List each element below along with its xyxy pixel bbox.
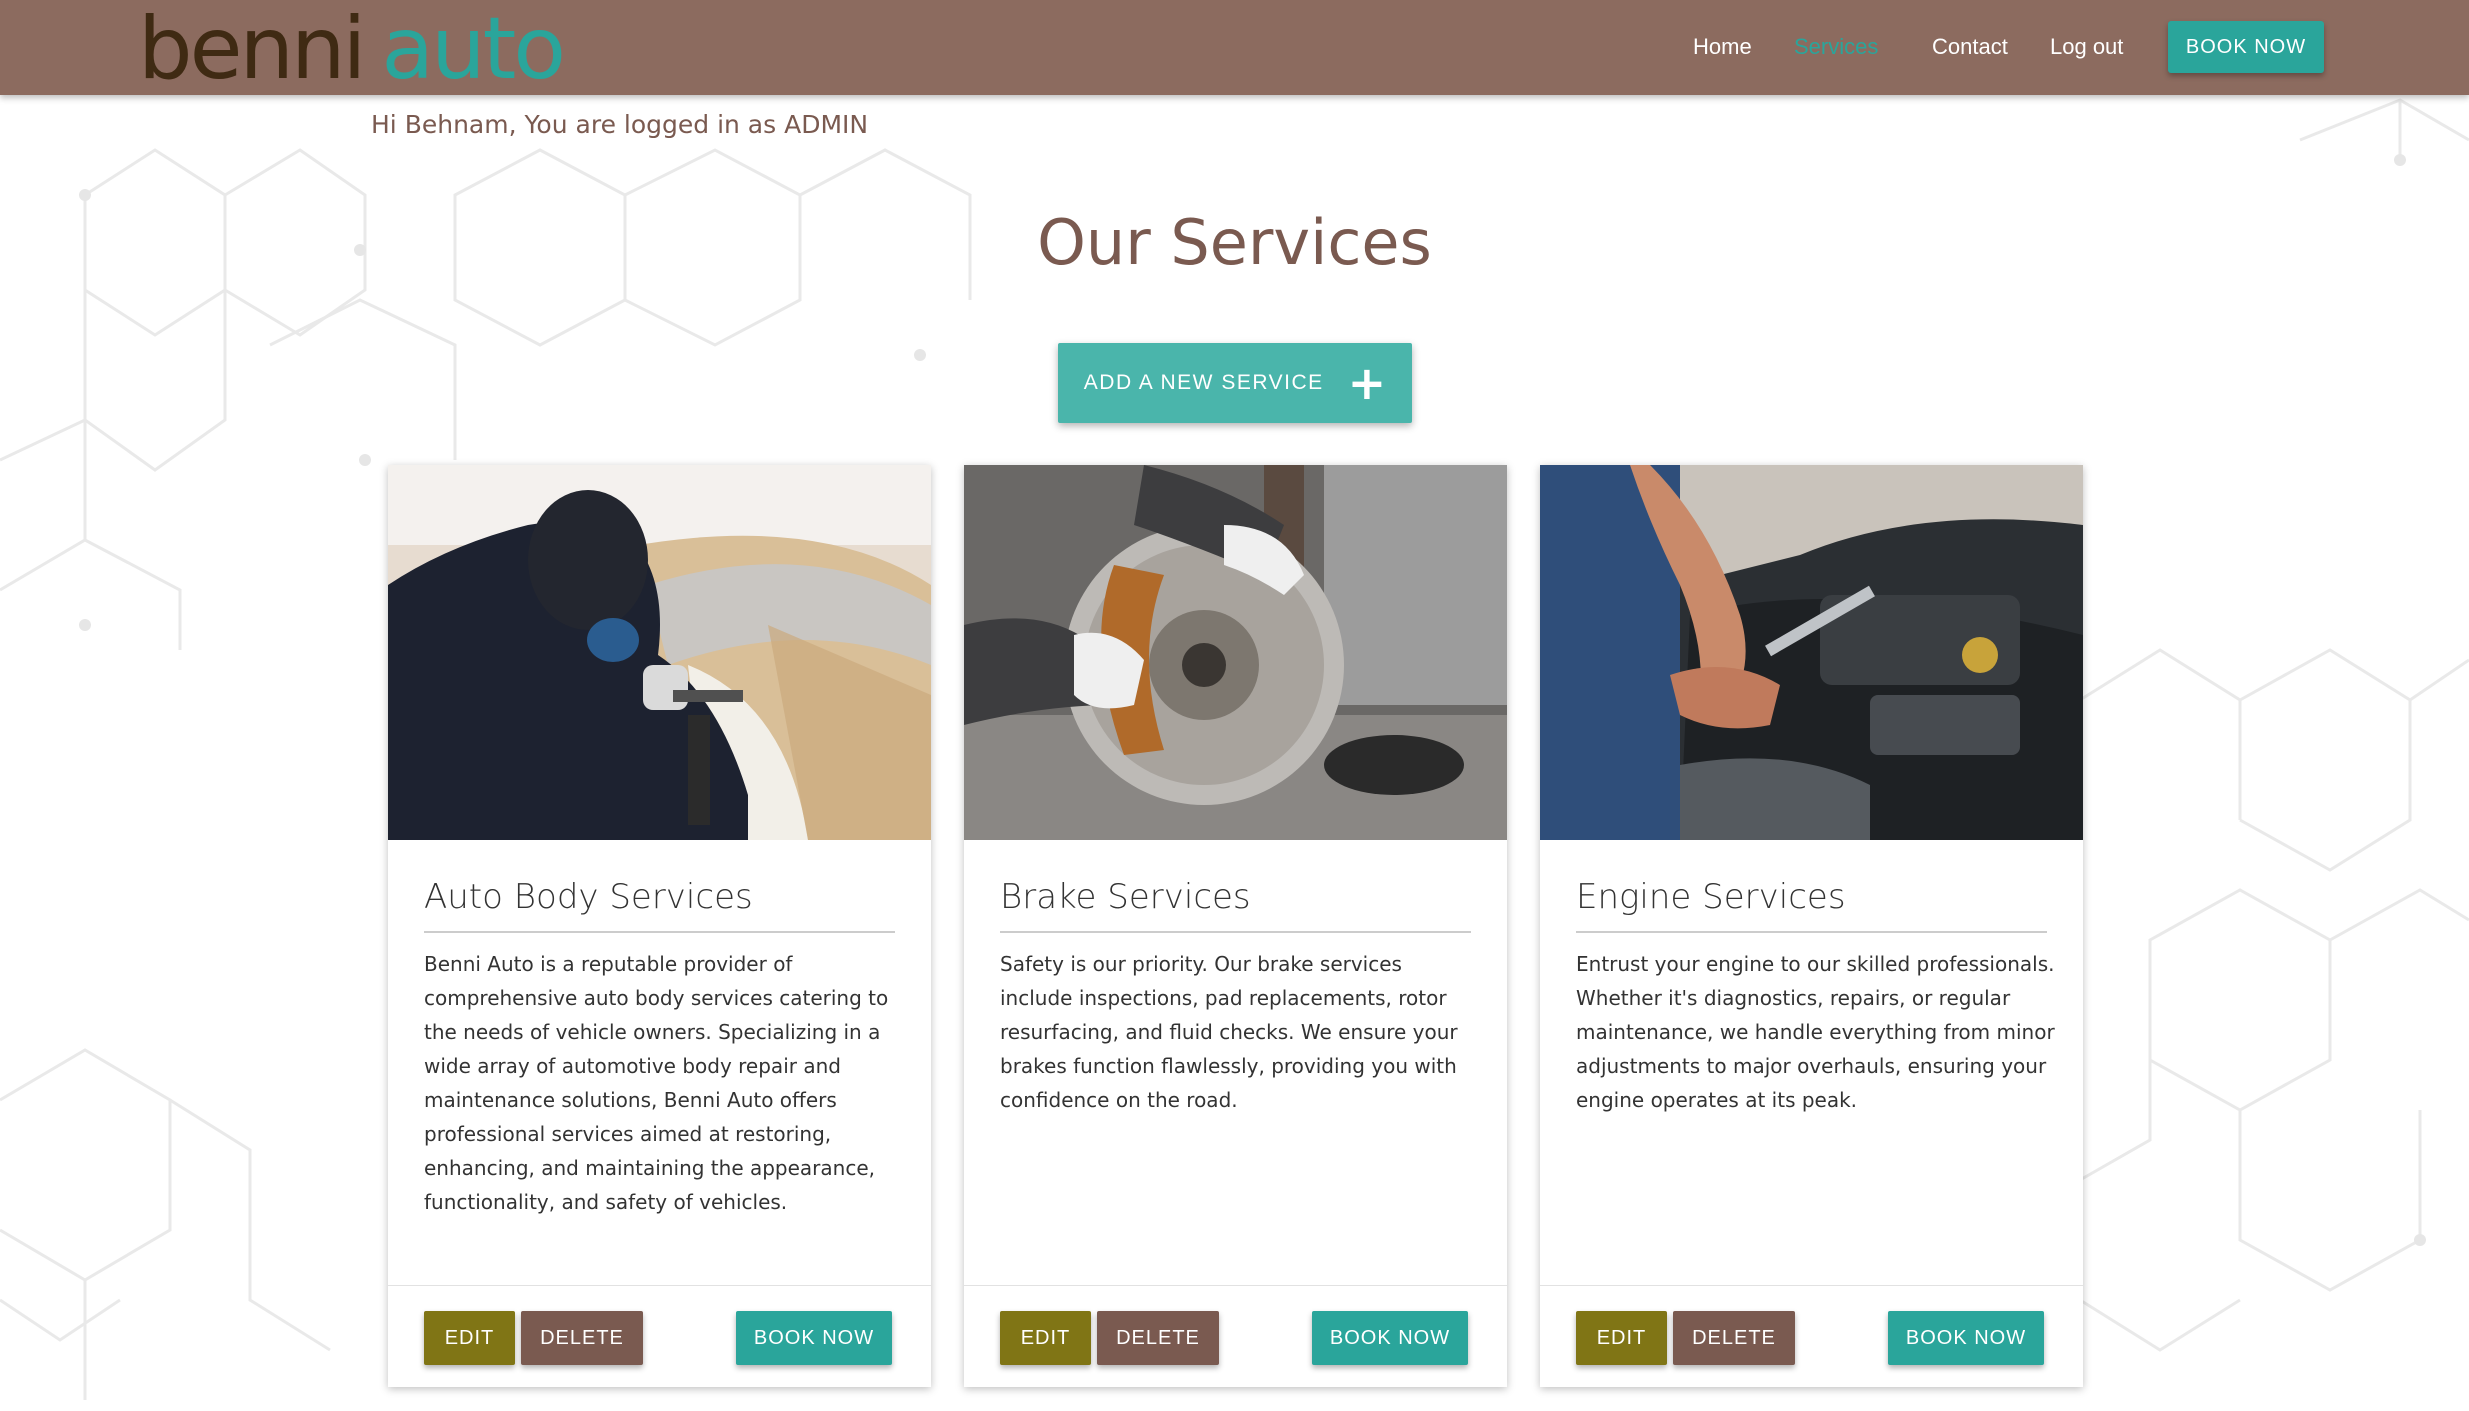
nav-services-link[interactable]: Services — [1794, 0, 1878, 93]
add-new-service-button[interactable]: ADD A NEW SERVICE + — [1058, 343, 1412, 423]
card-title: Auto Body Services — [424, 877, 895, 933]
card-description: Entrust your engine to our skilled profe… — [1576, 952, 2055, 1112]
nav-logout-link[interactable]: Log out — [2050, 0, 2123, 93]
logo-word-auto: auto — [381, 0, 566, 99]
admin-greeting: Hi Behnam, You are logged in as ADMIN — [371, 110, 869, 139]
delete-button[interactable]: DELETE — [521, 1311, 643, 1365]
nav-book-now-button[interactable]: BOOK NOW — [2168, 21, 2324, 73]
card-footer: EDIT DELETE BOOK NOW — [388, 1285, 931, 1387]
card-title: Engine Services — [1576, 877, 2047, 933]
card-description: Benni Auto is a reputable provider of co… — [424, 952, 889, 1214]
book-now-button[interactable]: BOOK NOW — [736, 1311, 892, 1365]
edit-button[interactable]: EDIT — [1000, 1311, 1091, 1365]
nav-home-link[interactable]: Home — [1693, 0, 1752, 93]
edit-button[interactable]: EDIT — [1576, 1311, 1667, 1365]
card-footer: EDIT DELETE BOOK NOW — [964, 1285, 1507, 1387]
plus-icon: + — [1347, 356, 1387, 410]
logo-word-benni: benni — [138, 0, 366, 99]
delete-button[interactable]: DELETE — [1673, 1311, 1795, 1365]
book-now-button[interactable]: BOOK NOW — [1312, 1311, 1468, 1365]
engine-photo — [1540, 465, 2083, 840]
service-card-auto-body: Auto Body Services Benni Auto is a reput… — [388, 465, 931, 1387]
nav-contact-link[interactable]: Contact — [1932, 0, 2008, 93]
edit-button[interactable]: EDIT — [424, 1311, 515, 1365]
top-navbar: benni auto Home Services Contact Log out … — [0, 0, 2469, 99]
service-card-engine: Engine Services Entrust your engine to o… — [1540, 465, 2083, 1387]
brake-photo — [964, 465, 1507, 840]
benni-auto-logo[interactable]: benni auto — [138, 0, 566, 99]
card-footer: EDIT DELETE BOOK NOW — [1540, 1285, 2083, 1387]
add-new-service-label: ADD A NEW SERVICE — [1083, 371, 1324, 394]
page-title: Our Services — [1037, 206, 1432, 279]
delete-button[interactable]: DELETE — [1097, 1311, 1219, 1365]
service-card-brake: Brake Services Safety is our priority. O… — [964, 465, 1507, 1387]
auto-body-photo — [388, 465, 931, 840]
card-title: Brake Services — [1000, 877, 1471, 933]
book-now-button[interactable]: BOOK NOW — [1888, 1311, 2044, 1365]
card-description: Safety is our priority. Our brake servic… — [1000, 952, 1458, 1112]
